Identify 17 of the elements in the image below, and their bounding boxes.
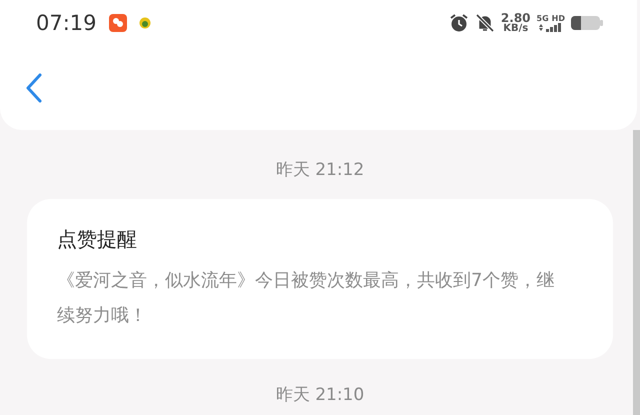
card-message: 《爱河之音，似水流年》今日被赞次数最高，共收到7个赞，继续努力哦！ — [57, 269, 556, 328]
signal-icon — [538, 23, 564, 32]
speed-unit: KB/s — [503, 24, 528, 34]
battery-icon — [571, 15, 603, 31]
status-time: 07:19 — [36, 11, 97, 35]
network-speed: 2.80 — [500, 12, 531, 24]
notification-card[interactable]: 点赞提醒 《爱河之音，似水流年》今日被赞次数最高，共收到7个赞，继续努力哦！ — [27, 199, 613, 359]
muted-bell-icon — [474, 13, 495, 33]
hd-label: HD — [552, 14, 565, 23]
card-title: 点赞提醒 — [57, 226, 138, 253]
message-time: 昨天 21:12 — [274, 159, 366, 181]
app-icon — [138, 17, 151, 29]
scroll-bar[interactable] — [633, 130, 640, 415]
alarm-icon — [448, 13, 469, 33]
app-icon — [108, 14, 127, 32]
message-time: 昨天 21:10 — [274, 384, 366, 406]
network-type: 5G — [536, 14, 549, 23]
